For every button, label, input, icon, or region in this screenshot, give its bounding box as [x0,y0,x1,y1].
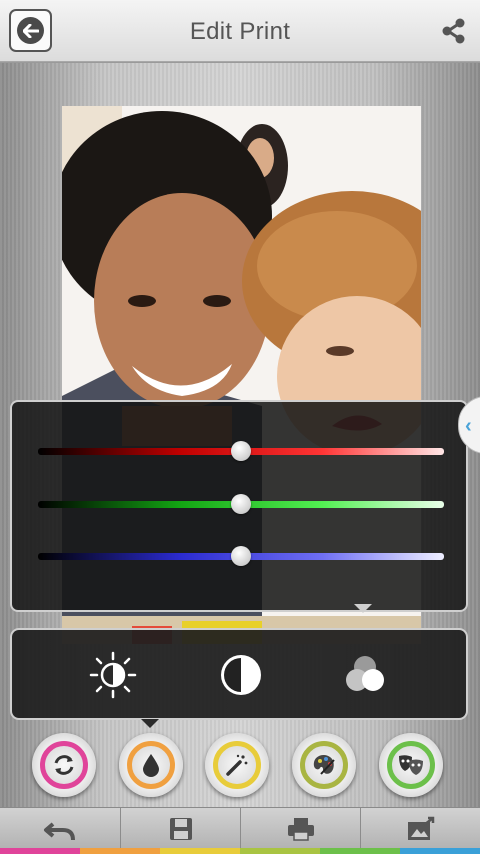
color-balance-icon[interactable] [340,650,390,700]
export-button[interactable] [360,808,480,849]
contrast-icon[interactable] [216,650,266,700]
green-slider-thumb[interactable] [231,494,251,514]
effects-button[interactable] [379,733,443,797]
print-icon [287,817,314,841]
red-slider-thumb[interactable] [231,441,251,461]
rotate-button[interactable] [32,733,96,797]
undo-icon [44,821,75,840]
blue-slider-thumb[interactable] [231,546,251,566]
masks-icon [387,741,435,789]
save-button[interactable] [120,808,240,849]
bottom-action-bar [0,807,480,849]
green-slider[interactable] [38,494,444,514]
undo-button[interactable] [0,808,120,849]
brand-color-strip [0,848,480,854]
brightness-icon[interactable] [88,650,138,700]
app-header: Edit Print [0,0,480,62]
chevron-left-icon: ‹ [465,415,472,437]
panel-pointer [354,604,372,613]
page-title: Edit Print [189,18,291,45]
tool-panel-pointer [141,719,159,728]
rotate-icon [40,741,88,789]
print-button[interactable] [240,808,360,849]
magic-wand-button[interactable] [205,733,269,797]
palette-button[interactable] [292,733,356,797]
export-icon [407,816,434,840]
save-icon [169,817,192,840]
color-adjust-button[interactable] [119,733,183,797]
palette-icon [300,741,348,789]
magic-wand-icon [213,741,261,789]
adjust-tools-panel [10,628,468,720]
share-icon[interactable] [440,17,468,45]
red-slider[interactable] [38,441,444,461]
blue-slider[interactable] [38,546,444,566]
drop-icon [127,741,175,789]
rgb-adjust-panel [10,400,468,612]
